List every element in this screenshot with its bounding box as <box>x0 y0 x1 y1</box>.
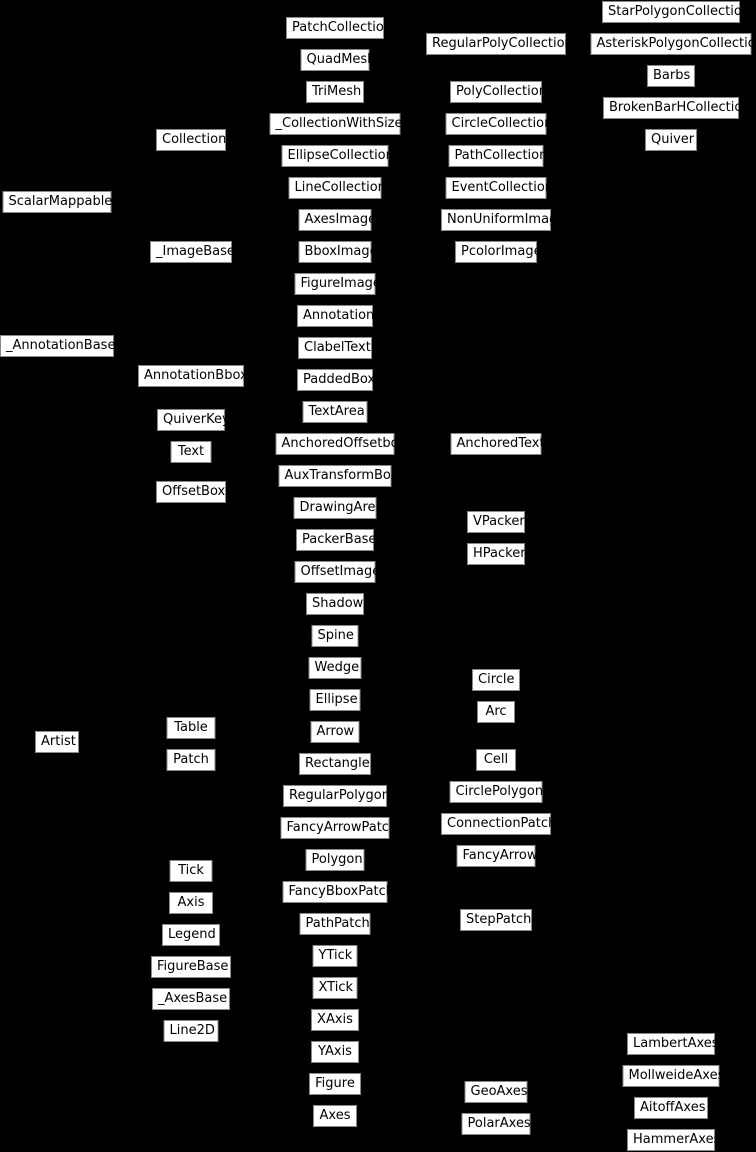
class-node[interactable]: VPacker <box>467 511 525 533</box>
class-node[interactable]: AitoffAxes <box>634 1097 708 1119</box>
class-node[interactable]: PatchCollection <box>286 17 392 39</box>
class-node[interactable]: Cell <box>476 749 516 771</box>
class-node[interactable]: OffsetImage <box>294 561 380 583</box>
class-node[interactable]: StepPatch <box>460 909 532 931</box>
class-node[interactable]: _AnnotationBase <box>0 335 115 357</box>
class-node[interactable]: AxesImage <box>298 209 376 231</box>
class-node[interactable]: Text <box>170 441 212 463</box>
class-node[interactable]: FancyBboxPatch <box>282 881 394 903</box>
class-node[interactable]: Barbs <box>647 65 695 87</box>
class-node[interactable]: GeoAxes <box>464 1081 528 1103</box>
class-node[interactable]: YTick <box>312 945 358 967</box>
class-node[interactable]: XTick <box>312 977 358 999</box>
class-node[interactable]: ClabelText <box>298 337 372 359</box>
class-node[interactable]: Line2D <box>163 1020 219 1042</box>
class-node[interactable]: Rectangle <box>299 753 371 775</box>
class-node[interactable]: PackerBase <box>296 529 376 551</box>
class-node[interactable]: _CollectionWithSizes <box>269 113 409 135</box>
class-node[interactable]: AuxTransformBox <box>278 465 398 487</box>
class-node[interactable]: BrokenBarHCollection <box>603 97 751 119</box>
class-node[interactable]: FancyArrowPatch <box>280 817 397 839</box>
class-node[interactable]: Spine <box>311 625 359 647</box>
class-node[interactable]: Arc <box>477 701 515 723</box>
inheritance-diagram: PatchCollection QuadMesh TriMesh _Collectio… <box>0 0 756 1152</box>
class-node[interactable]: PcolorImage <box>455 241 542 263</box>
class-node[interactable]: TriMesh <box>306 81 364 103</box>
class-node[interactable]: NonUniformImage <box>441 209 565 231</box>
class-node[interactable]: Shadow <box>306 593 364 615</box>
class-node[interactable]: TextArea <box>302 401 368 423</box>
class-node[interactable]: RegularPolyCollection <box>426 33 573 55</box>
class-node[interactable]: YAxis <box>311 1041 359 1063</box>
class-node[interactable]: Circle <box>472 669 520 691</box>
class-node[interactable]: AnchoredText <box>450 433 545 455</box>
class-node[interactable]: _ImageBase <box>150 241 235 263</box>
class-node[interactable]: Quiver <box>645 129 697 151</box>
class-node[interactable]: HammerAxes <box>627 1129 720 1151</box>
class-node[interactable]: CirclePolygon <box>449 781 543 803</box>
class-node[interactable]: OffsetBox <box>156 481 226 503</box>
class-node[interactable]: HPacker <box>467 543 526 565</box>
class-node[interactable]: PathCollection <box>448 145 547 167</box>
class-node[interactable]: PaddedBox <box>297 369 375 391</box>
class-node[interactable]: FancyArrow <box>456 845 538 867</box>
class-node[interactable]: QuadMesh <box>300 49 375 71</box>
class-node[interactable]: ScalarMappable <box>2 191 112 213</box>
class-node[interactable]: LineCollection <box>288 177 386 199</box>
class-node[interactable]: Tick <box>169 860 213 882</box>
class-node[interactable]: Annotation <box>297 305 374 327</box>
class-node[interactable]: DrawingArea <box>293 497 383 519</box>
class-node[interactable]: Table <box>166 717 216 739</box>
class-node[interactable]: Arrow <box>310 721 360 743</box>
class-node[interactable]: StarPolygonCollection <box>602 1 750 23</box>
class-node[interactable]: _AxesBase <box>152 988 230 1010</box>
class-node[interactable]: AnchoredOffsetbox <box>275 433 406 455</box>
class-node[interactable]: Figure <box>309 1073 361 1095</box>
class-node[interactable]: ConnectionPatch <box>441 813 556 835</box>
class-node[interactable]: MollweideAxes <box>622 1065 724 1087</box>
class-node[interactable]: PolyCollection <box>450 81 547 103</box>
class-node[interactable]: Patch <box>166 749 216 771</box>
class-node[interactable]: FigureBase <box>151 956 231 978</box>
class-node[interactable]: Polygon <box>305 849 365 871</box>
class-node[interactable]: LambertAxes <box>627 1033 719 1055</box>
class-node[interactable]: BboxImage <box>298 241 378 263</box>
class-node[interactable]: Legend <box>162 924 220 946</box>
class-node[interactable]: CircleCollection <box>445 113 552 135</box>
class-node[interactable]: XAxis <box>311 1009 359 1031</box>
class-node[interactable]: AnnotationBbox <box>138 365 248 387</box>
class-node[interactable]: QuiverKey <box>157 409 230 431</box>
class-node[interactable]: Wedge <box>308 657 362 679</box>
class-node[interactable]: Axis <box>169 892 213 914</box>
class-node[interactable]: PathPatch <box>299 913 371 935</box>
class-node[interactable]: Ellipse <box>309 689 361 711</box>
class-node[interactable]: EventCollection <box>445 177 553 199</box>
class-node[interactable]: FigureImage <box>294 273 381 295</box>
class-node[interactable]: Artist <box>35 731 79 753</box>
class-node[interactable]: EllipseCollection <box>281 145 394 167</box>
class-node[interactable]: Axes <box>313 1105 357 1127</box>
class-node[interactable]: AsteriskPolygonCollection <box>590 33 756 55</box>
class-node[interactable]: PolarAxes <box>461 1113 531 1135</box>
class-node[interactable]: RegularPolygon <box>283 785 390 807</box>
class-node[interactable]: Collection <box>156 129 226 151</box>
